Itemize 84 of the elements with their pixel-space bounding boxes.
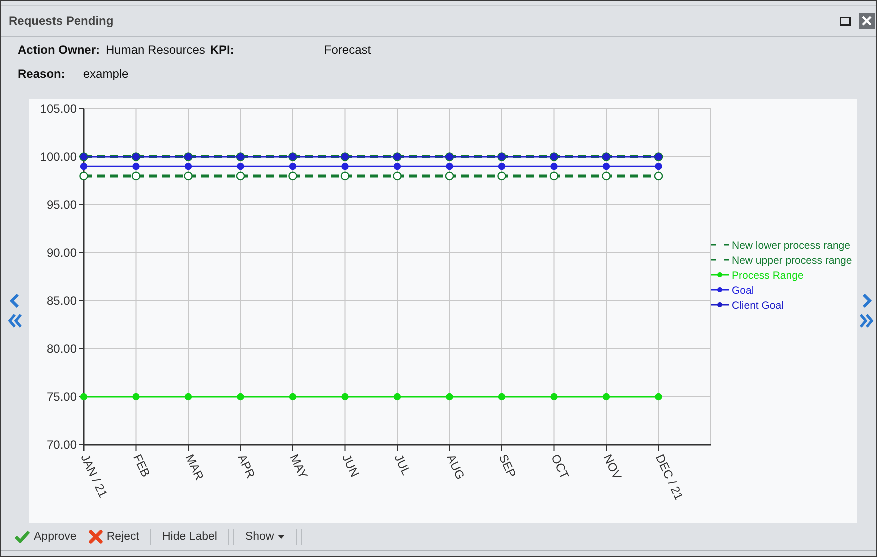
point [602, 172, 611, 181]
point [394, 163, 402, 170]
legend-line-icon [711, 244, 729, 246]
point [184, 163, 192, 170]
point [655, 163, 662, 170]
chevron-right-icon[interactable] [862, 294, 872, 308]
field-label: Reason: [18, 67, 66, 81]
window-title: Requests Pending [9, 14, 115, 28]
y-tick-label: 75.00 [46, 390, 77, 404]
point [289, 393, 297, 401]
legend-line-icon [711, 302, 729, 308]
double-chevron-right-icon[interactable] [860, 314, 874, 328]
point [288, 172, 298, 181]
point [446, 163, 454, 170]
toolbar-button[interactable]: Reject [84, 528, 144, 546]
point [654, 172, 664, 181]
y-tick-label: 80.00 [46, 342, 77, 356]
field-label: Action Owner: [18, 43, 100, 57]
point [184, 172, 193, 181]
x-tick-label: DEC / 21 [653, 452, 686, 502]
point [394, 393, 402, 401]
point [498, 172, 506, 181]
point [132, 163, 140, 170]
point [602, 393, 610, 401]
legend-label[interactable]: Client Goal [732, 300, 784, 312]
point [237, 163, 244, 170]
y-tick-label: 85.00 [46, 294, 77, 308]
field-value: Forecast [324, 43, 372, 57]
point [550, 393, 558, 401]
x-tick-label: JAN / 21 [78, 452, 110, 500]
y-tick-label: 90.00 [46, 246, 77, 260]
legend-line-icon [711, 272, 729, 278]
point [236, 172, 246, 181]
x-tick-label: SEP [496, 452, 520, 480]
legend-label[interactable]: New lower process range [732, 240, 850, 252]
point [445, 172, 454, 181]
x-tick-label: MAR [182, 452, 207, 482]
legend-label[interactable]: Goal [732, 285, 754, 297]
check-icon [15, 530, 30, 543]
point [550, 172, 559, 181]
point [655, 393, 662, 401]
close-button[interactable] [859, 13, 875, 29]
legend-line-icon [711, 259, 729, 261]
point [132, 172, 141, 181]
point [80, 163, 88, 170]
y-tick-label: 105.00 [40, 102, 77, 116]
point [602, 163, 610, 170]
x-tick-label: NOV [600, 452, 624, 482]
chevron-left-icon[interactable] [10, 294, 20, 308]
point [80, 172, 88, 181]
legend-line-icon [711, 288, 729, 292]
field-label: KPI: [210, 43, 234, 57]
point [446, 393, 454, 401]
y-tick-label: 95.00 [46, 198, 77, 212]
x-tick-label: APR [235, 452, 258, 481]
toolbar-button[interactable]: Hide Label [158, 528, 222, 544]
cross-icon [88, 530, 103, 544]
double-chevron-left-icon[interactable] [8, 314, 22, 328]
point [237, 393, 244, 401]
point [289, 163, 297, 170]
x-tick-label: JUN [340, 452, 362, 480]
point [550, 163, 558, 170]
x-tick-label: JUL [392, 452, 414, 478]
toolbar-button[interactable]: Approve [11, 528, 81, 545]
x-tick-label: OCT [548, 452, 572, 482]
point [132, 393, 140, 401]
point [340, 172, 350, 181]
field-value: example [83, 67, 129, 81]
point [184, 393, 192, 401]
point [393, 172, 402, 181]
point [80, 393, 88, 401]
point [498, 163, 506, 170]
point [498, 393, 506, 401]
toolbar-button[interactable]: Show [241, 528, 290, 544]
x-tick-label: MAY [287, 452, 311, 482]
point [342, 393, 349, 401]
point [342, 163, 349, 170]
field-value: Human Resources [106, 43, 206, 57]
y-tick-label: 70.00 [46, 438, 77, 452]
maximize-icon[interactable] [840, 16, 851, 26]
y-tick-label: 100.00 [40, 150, 77, 164]
x-tick-label: FEB [130, 452, 154, 480]
x-tick-label: AUG [444, 452, 468, 482]
legend-label[interactable]: New upper process range [732, 255, 852, 267]
